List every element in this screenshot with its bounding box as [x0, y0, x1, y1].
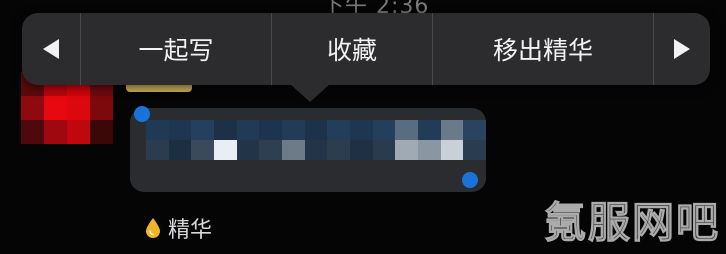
chat-screen: 下午 2:36 一起写 收藏 移出精华 精华 氪服网吧	[0, 0, 726, 254]
menu-prev-button[interactable]	[22, 13, 81, 85]
essence-tag: 精华	[144, 212, 212, 244]
menu-item-favorite[interactable]: 收藏	[272, 13, 433, 85]
watermark: 氪服网吧	[543, 198, 720, 248]
essence-drop-icon	[146, 218, 160, 238]
context-menu-pointer	[290, 84, 330, 102]
selection-start-handle[interactable]	[134, 106, 150, 122]
chevron-right-icon	[674, 39, 690, 59]
essence-tag-label: 精华	[168, 218, 213, 243]
message-content-mosaic	[146, 120, 486, 180]
message-bubble[interactable]	[130, 108, 486, 192]
menu-item-remove-essence[interactable]: 移出精华	[433, 13, 654, 85]
chevron-left-icon	[43, 39, 59, 59]
context-menu: 一起写 收藏 移出精华	[22, 13, 710, 85]
selection-end-handle[interactable]	[462, 172, 478, 188]
menu-next-button[interactable]	[654, 13, 710, 85]
menu-item-write-together[interactable]: 一起写	[81, 13, 272, 85]
